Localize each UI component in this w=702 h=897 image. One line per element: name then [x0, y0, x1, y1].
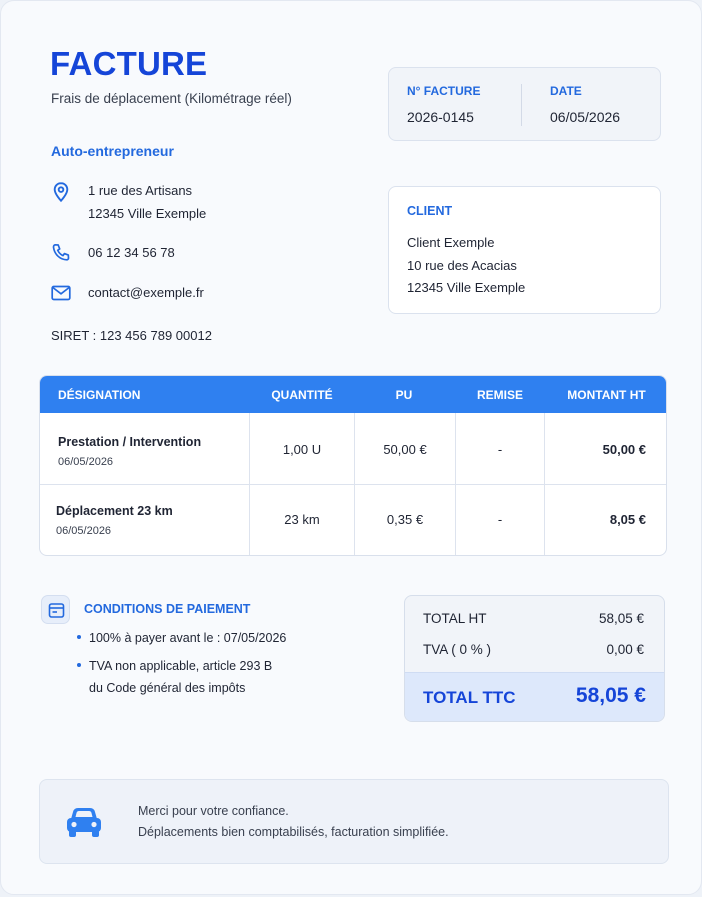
footer-thanks-line: Merci pour votre confiance.	[138, 804, 289, 818]
issuer-phone: 06 12 34 56 78	[88, 245, 175, 260]
bullet-marker	[77, 663, 81, 667]
column-header-amount: MONTANT HT	[567, 388, 646, 402]
row-unit-price: 0,35 €	[386, 512, 424, 527]
payment-condition-item: du Code général des impôts	[89, 681, 246, 695]
mail-icon	[51, 285, 71, 301]
issuer-name: Auto-entrepreneur	[51, 143, 174, 159]
total-ht-label: TOTAL HT	[423, 611, 487, 626]
issuer-email: contact@exemple.fr	[88, 285, 204, 300]
issuer-address-line2: 12345 Ville Exemple	[88, 206, 207, 221]
row-amount: 50,00 €	[602, 442, 646, 457]
invoice-date-label: DATE	[550, 84, 582, 98]
client-box: CLIENT Client Exemple 10 rue des Acacias…	[388, 186, 661, 314]
car-icon	[67, 808, 101, 837]
thank-you-footer: Merci pour votre confiance. Déplacements…	[39, 779, 669, 864]
payment-conditions-title: CONDITIONS DE PAIEMENT	[84, 602, 251, 616]
invoice-date-value: 06/05/2026	[550, 109, 621, 125]
table-header: DÉSIGNATION QUANTITÉ PU REMISE MONTANT H…	[40, 376, 666, 413]
total-ttc-value: 58,05 €	[575, 684, 646, 707]
row-unit-price: 50,00 €	[383, 442, 427, 457]
row-date: 06/05/2026	[58, 456, 114, 468]
totals-box: TOTAL HT 58,05 € TVA ( 0 % ) 0,00 € TOTA…	[404, 595, 665, 722]
row-divider	[40, 484, 666, 485]
row-date: 06/05/2026	[56, 525, 112, 537]
location-pin-icon	[53, 182, 69, 203]
payment-condition-item: TVA non applicable, article 293 B	[89, 659, 273, 673]
tva-value: 0,00 €	[606, 642, 644, 657]
row-discount: -	[497, 512, 503, 527]
invoice-subtitle: Frais de déplacement (Kilométrage réel)	[51, 91, 292, 106]
column-header-designation: DÉSIGNATION	[58, 388, 141, 402]
row-amount: 8,05 €	[609, 512, 646, 527]
total-ttc-band: TOTAL TTC 58,05 €	[405, 672, 664, 721]
client-address-line2: 12345 Ville Exemple	[407, 280, 526, 295]
invoice-number-value: 2026-0145	[407, 109, 474, 125]
column-header-unit-price: PU	[395, 388, 413, 402]
row-quantity: 23 km	[284, 512, 320, 527]
client-label: CLIENT	[407, 204, 453, 218]
column-header-quantity: QUANTITÉ	[271, 388, 333, 402]
column-header-discount: REMISE	[476, 388, 523, 402]
total-ttc-label: TOTAL TTC	[423, 688, 516, 707]
footer-tagline: Déplacements bien comptabilisés, factura…	[138, 825, 449, 839]
client-address-line1: 10 rue des Acacias	[407, 258, 517, 273]
issuer-siret: SIRET : 123 456 789 00012	[51, 328, 212, 343]
invoice-number-label: N° FACTURE	[407, 84, 481, 98]
invoice-title: FACTURE	[50, 45, 208, 82]
bullet-marker	[77, 635, 81, 639]
tva-label: TVA ( 0 % )	[423, 642, 492, 657]
client-name: Client Exemple	[407, 235, 495, 250]
payment-condition-item: 100% à payer avant le : 07/05/2026	[89, 631, 287, 645]
invoice-page: FACTURE Frais de déplacement (Kilométrag…	[0, 0, 702, 895]
issuer-address-line1: 1 rue des Artisans	[88, 183, 193, 198]
invoice-meta-box: N° FACTURE 2026-0145 DATE 06/05/2026	[388, 67, 661, 141]
row-designation: Déplacement 23 km	[56, 504, 173, 518]
calendar-card-icon	[41, 595, 70, 624]
row-discount: -	[497, 442, 503, 457]
phone-icon	[52, 243, 70, 261]
meta-divider	[521, 84, 522, 126]
row-quantity: 1,00 U	[282, 442, 322, 457]
total-ht-value: 58,05 €	[598, 611, 644, 626]
invoice-items-table: DÉSIGNATION QUANTITÉ PU REMISE MONTANT H…	[39, 375, 667, 556]
row-designation: Prestation / Intervention	[58, 435, 202, 449]
